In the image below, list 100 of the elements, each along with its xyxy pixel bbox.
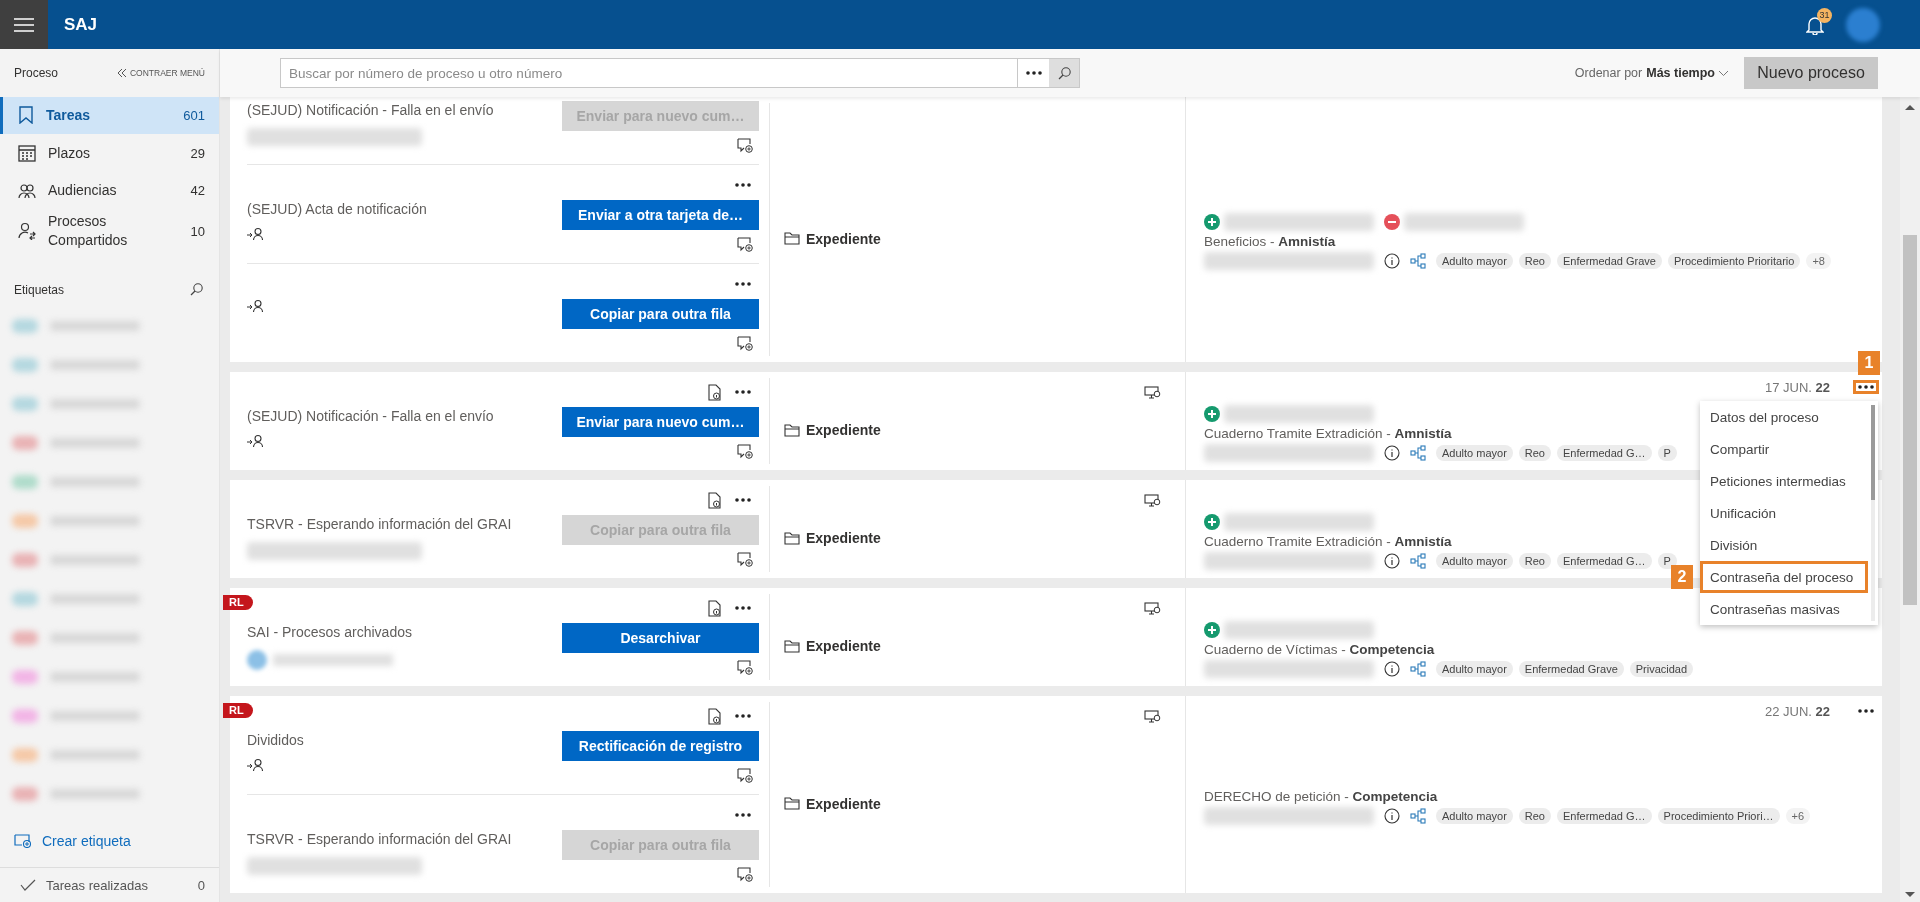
tag-chip: Enfermedad Grave bbox=[1518, 660, 1624, 677]
document-info-icon[interactable] bbox=[708, 707, 721, 725]
comment-add-icon[interactable] bbox=[737, 443, 753, 459]
menu-item[interactable]: Peticiones intermedias bbox=[1700, 465, 1868, 497]
more-icon bbox=[1858, 709, 1874, 713]
comment-add-icon[interactable] bbox=[737, 767, 753, 783]
search-icon bbox=[1057, 66, 1071, 80]
date-text: 22 JUN. 22 bbox=[1764, 703, 1830, 719]
tag-chip: Adulto mayor bbox=[1436, 253, 1513, 269]
menu-item[interactable]: Contraseña del proceso bbox=[1700, 561, 1868, 593]
hierarchy-icon[interactable] bbox=[1410, 444, 1426, 461]
more-button[interactable] bbox=[733, 712, 753, 720]
menu-item[interactable]: Compartir bbox=[1700, 433, 1868, 465]
tag-chip: Enfermedad Grave bbox=[1557, 253, 1662, 269]
monitor-gear-icon[interactable] bbox=[1144, 602, 1161, 615]
menu-item[interactable]: Unificación bbox=[1700, 497, 1868, 529]
sort-dropdown[interactable]: Más tiempo bbox=[1646, 66, 1728, 80]
tag-chip: P bbox=[1657, 552, 1677, 569]
more-button[interactable] bbox=[733, 181, 753, 189]
menu-icon bbox=[14, 17, 34, 32]
task-title: TSRVR - Esperando información del GRAI bbox=[247, 830, 512, 848]
more-button[interactable] bbox=[733, 280, 753, 288]
comment-add-icon[interactable] bbox=[737, 551, 753, 567]
scrollbar[interactable] bbox=[1900, 97, 1920, 902]
search-icon[interactable] bbox=[190, 283, 203, 297]
comment-add-icon[interactable] bbox=[737, 659, 753, 675]
more-tags-count[interactable]: +6 bbox=[1785, 807, 1811, 824]
case-file-button[interactable]: Expediente bbox=[784, 230, 881, 247]
tag-chip: Adulto mayor bbox=[1436, 552, 1513, 569]
share-person-icon bbox=[18, 222, 36, 241]
monitor-gear-icon[interactable] bbox=[1144, 710, 1161, 723]
assign-person-icon[interactable] bbox=[247, 434, 263, 448]
menu-item[interactable]: Contraseñas masivas bbox=[1700, 593, 1868, 625]
hierarchy-icon[interactable] bbox=[1410, 807, 1426, 824]
action-button[interactable]: Enviar para nuevo cum… bbox=[562, 407, 759, 437]
case-file-button[interactable]: Expediente bbox=[784, 422, 881, 438]
tag-chip: Adulto mayor bbox=[1436, 660, 1513, 677]
date-text: 17 JUN. 22 bbox=[1764, 379, 1830, 395]
nav-item[interactable]: Procesos Compartidos 10 bbox=[0, 209, 219, 254]
more-icon bbox=[735, 714, 751, 718]
nav-item[interactable]: Plazos 29 bbox=[0, 134, 219, 172]
more-button[interactable] bbox=[733, 604, 753, 612]
assign-person-icon[interactable] bbox=[247, 299, 263, 313]
tag-chip: P bbox=[1657, 444, 1677, 461]
more-icon bbox=[1025, 71, 1042, 75]
monitor-gear-icon[interactable] bbox=[1144, 494, 1161, 507]
assign-person-icon[interactable] bbox=[247, 227, 263, 241]
people-icon bbox=[18, 182, 36, 199]
more-icon bbox=[1858, 385, 1874, 389]
case-file-button[interactable]: Expediente bbox=[784, 638, 881, 654]
section-title: Proceso bbox=[14, 65, 59, 80]
menu-item[interactable]: División bbox=[1700, 529, 1868, 561]
collapse-menu-button[interactable]: CONTRAER MENÚ bbox=[117, 67, 205, 78]
tag-chip: Enfermedad G… bbox=[1557, 444, 1652, 461]
action-button[interactable]: Enviar a otra tarjeta de… bbox=[562, 200, 759, 230]
new-process-button[interactable]: Nuevo proceso bbox=[1744, 57, 1878, 89]
hierarchy-icon[interactable] bbox=[1410, 253, 1426, 269]
more-button[interactable] bbox=[1856, 707, 1876, 715]
hierarchy-icon[interactable] bbox=[1410, 552, 1426, 569]
comment-add-icon[interactable] bbox=[737, 137, 753, 153]
nav-item[interactable]: Audiencias 42 bbox=[0, 171, 219, 210]
menu-scrollbar[interactable] bbox=[1871, 405, 1875, 621]
assign-person-icon[interactable] bbox=[247, 758, 263, 772]
calendar-icon bbox=[18, 144, 36, 163]
add-circle-icon bbox=[1204, 405, 1220, 422]
more-tags-count[interactable]: +8 bbox=[1806, 253, 1831, 269]
info-icon[interactable] bbox=[1384, 444, 1400, 461]
chevron-down-icon bbox=[1719, 70, 1728, 76]
hierarchy-icon[interactable] bbox=[1410, 660, 1426, 677]
menu-button[interactable] bbox=[0, 0, 48, 49]
create-label-button[interactable]: Crear etiqueta bbox=[0, 813, 219, 868]
action-button[interactable]: Desarchivar bbox=[562, 623, 759, 653]
ribbon-label: RL bbox=[223, 703, 253, 718]
info-icon[interactable] bbox=[1384, 807, 1400, 824]
monitor-gear-icon[interactable] bbox=[1144, 386, 1161, 399]
comment-add-icon[interactable] bbox=[737, 335, 753, 351]
info-icon[interactable] bbox=[1384, 660, 1400, 677]
search-button[interactable] bbox=[1049, 59, 1079, 87]
case-file-button[interactable]: Expediente bbox=[784, 795, 881, 812]
info-icon[interactable] bbox=[1384, 552, 1400, 569]
document-info-icon[interactable] bbox=[708, 383, 721, 401]
completed-tasks-item[interactable]: Tareas realizadas 0 bbox=[0, 867, 219, 902]
case-file-button[interactable]: Expediente bbox=[784, 530, 881, 546]
callout-number: 2 bbox=[1671, 565, 1693, 589]
comment-add-icon[interactable] bbox=[737, 866, 753, 882]
nav-item[interactable]: Tareas 601 bbox=[0, 96, 219, 135]
action-button[interactable]: Rectificación de registro bbox=[562, 731, 759, 761]
comment-add-icon[interactable] bbox=[737, 236, 753, 252]
folder-icon bbox=[784, 797, 800, 810]
folder-icon bbox=[784, 232, 800, 245]
menu-item[interactable]: Datos del proceso bbox=[1700, 401, 1868, 433]
task-title: (SEJUD) Acta de notificación bbox=[247, 200, 427, 218]
document-info-icon[interactable] bbox=[708, 599, 721, 617]
more-icon bbox=[735, 498, 751, 502]
info-icon[interactable] bbox=[1384, 253, 1400, 269]
process-title: Cuaderno Tramite Extradición - Amnistía bbox=[1204, 533, 1452, 549]
process-title: Cuaderno de Víctimas - Competencia bbox=[1204, 641, 1435, 657]
action-button[interactable]: Copiar para outra fila bbox=[562, 299, 759, 329]
more-button[interactable] bbox=[733, 388, 753, 396]
folder-icon bbox=[784, 531, 800, 545]
